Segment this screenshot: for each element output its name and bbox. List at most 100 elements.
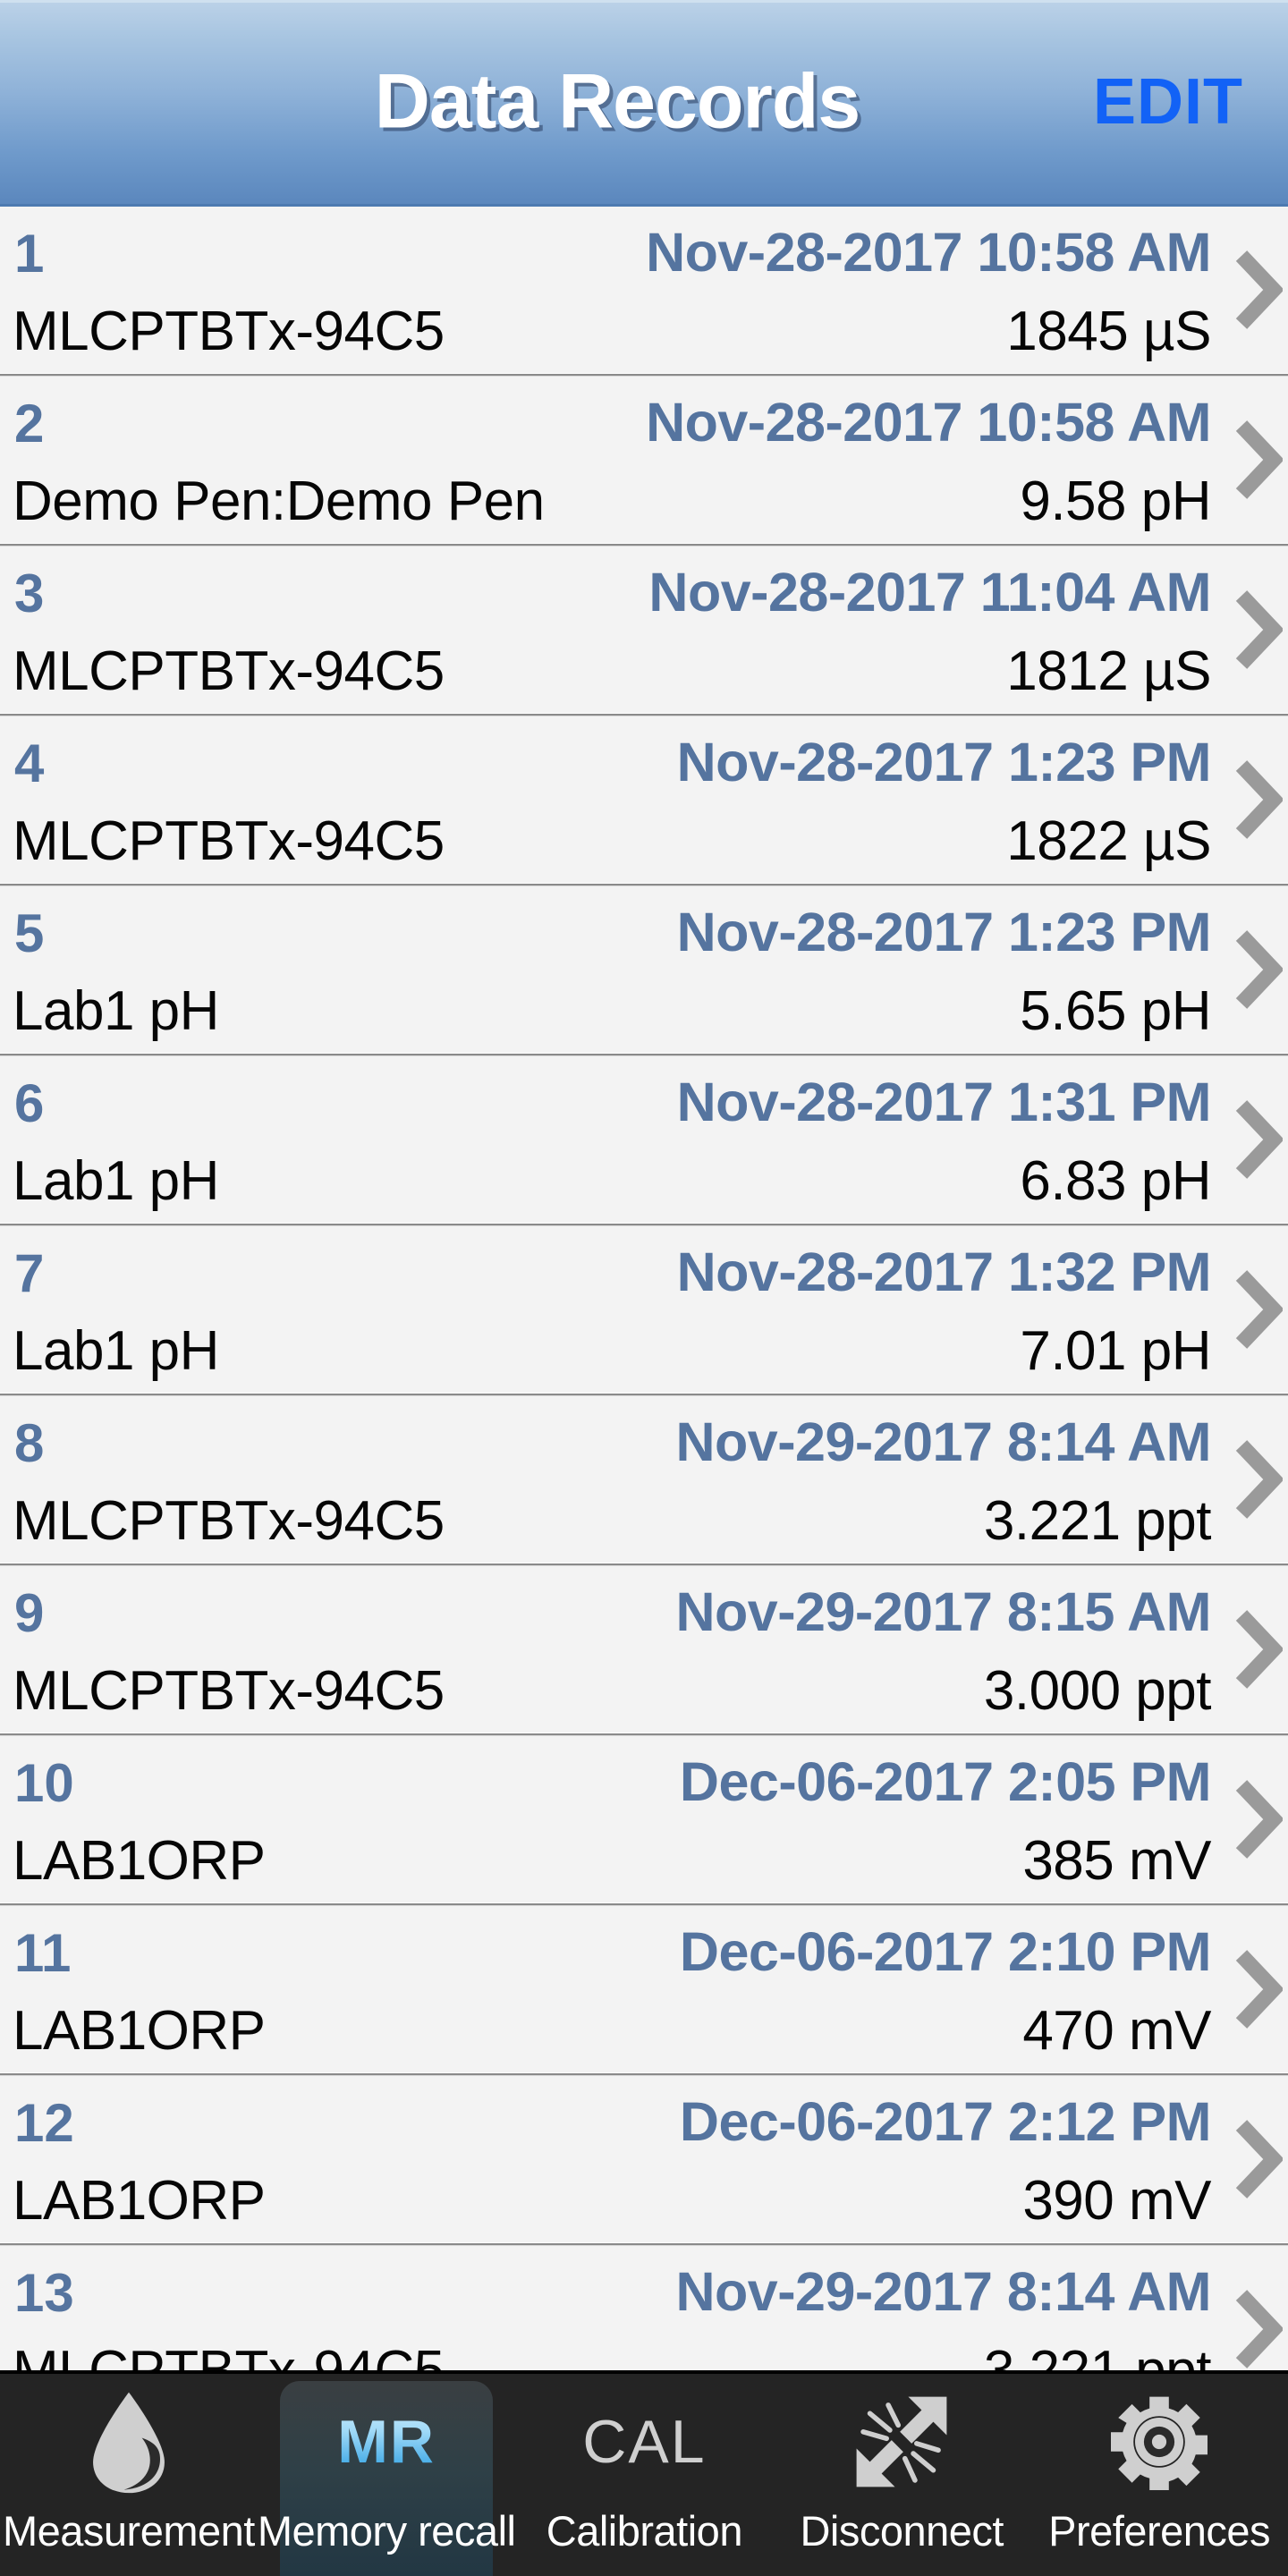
table-row[interactable]: 8 Nov-29-2017 8:14 AM MLCPTBTx-94C5 3.221 p… xyxy=(0,1396,1288,1566)
chevron-right-icon[interactable] xyxy=(1229,589,1283,671)
table-row[interactable]: 5 Nov-28-2017 1:23 PM Lab1 pH 5.65 pH xyxy=(0,886,1288,1056)
mr-text-icon: MR xyxy=(337,2390,436,2494)
record-row-content: 1 Nov-28-2017 10:58 AM MLCPTBTx-94C5 1845 µ… xyxy=(0,207,1288,373)
record-device-name: MLCPTBTx-94C5 xyxy=(13,640,445,702)
chevron-right-icon[interactable] xyxy=(1229,1268,1283,1351)
record-timestamp: Nov-29-2017 8:14 AM xyxy=(675,2261,1211,2322)
table-row[interactable]: 9 Nov-29-2017 8:15 AM MLCPTBTx-94C5 3.000 p… xyxy=(0,1566,1288,1736)
record-measurement-value: 3.221 ppt xyxy=(984,2339,1212,2370)
table-row[interactable]: 2 Nov-28-2017 10:58 AM Demo Pen:Demo Pen 9.… xyxy=(0,377,1288,547)
record-index: 10 xyxy=(14,1753,74,1813)
record-index: 9 xyxy=(14,1583,45,1643)
record-timestamp: Nov-28-2017 10:58 AM xyxy=(646,222,1211,283)
edit-button[interactable]: EDIT xyxy=(1093,65,1243,139)
record-timestamp: Nov-28-2017 1:31 PM xyxy=(676,1072,1212,1132)
record-index: 3 xyxy=(14,564,45,623)
record-row-content: 12 Dec-06-2017 2:12 PM LAB1ORP 390 mV xyxy=(0,2076,1288,2242)
data-records-screen: Data Records EDIT 1 Nov-28-2017 10:58 AM M… xyxy=(0,0,1288,2576)
table-row[interactable]: 10 Dec-06-2017 2:05 PM LAB1ORP 385 mV xyxy=(0,1736,1288,1906)
record-row-content: 9 Nov-29-2017 8:15 AM MLCPTBTx-94C5 3.000 p… xyxy=(0,1566,1288,1733)
record-timestamp: Nov-28-2017 1:23 PM xyxy=(676,732,1212,792)
chevron-right-icon[interactable] xyxy=(1229,1098,1283,1181)
tab-calibration[interactable]: CAL Calibration xyxy=(515,2374,773,2576)
record-device-name: MLCPTBTx-94C5 xyxy=(13,1490,445,1552)
record-measurement-value: 1845 µS xyxy=(1006,301,1211,362)
chevron-right-icon[interactable] xyxy=(1229,1948,1283,2030)
table-row[interactable]: 7 Nov-28-2017 1:32 PM Lab1 pH 7.01 pH xyxy=(0,1226,1288,1396)
chevron-right-icon[interactable] xyxy=(1229,249,1283,331)
tab-label: Disconnect xyxy=(800,2507,1004,2555)
record-measurement-value: 9.58 pH xyxy=(1020,470,1211,532)
table-row[interactable]: 11 Dec-06-2017 2:10 PM LAB1ORP 470 mV xyxy=(0,1906,1288,2076)
gear-icon xyxy=(1111,2390,1208,2494)
data-records-list[interactable]: 1 Nov-28-2017 10:58 AM MLCPTBTx-94C5 1845 µ… xyxy=(0,207,1288,2370)
record-index: 1 xyxy=(14,224,45,284)
chevron-right-icon[interactable] xyxy=(1229,1778,1283,1860)
water-drop-icon xyxy=(88,2390,170,2494)
record-timestamp: Nov-28-2017 11:04 AM xyxy=(648,562,1211,623)
record-index: 6 xyxy=(14,1073,45,1133)
record-index: 12 xyxy=(14,2093,74,2153)
record-timestamp: Nov-29-2017 8:14 AM xyxy=(675,1411,1211,1472)
record-device-name: LAB1ORP xyxy=(13,2170,266,2232)
record-device-name: MLCPTBTx-94C5 xyxy=(13,301,445,362)
chevron-right-icon[interactable] xyxy=(1229,758,1283,841)
record-row-content: 3 Nov-28-2017 11:04 AM MLCPTBTx-94C5 1812 µ… xyxy=(0,547,1288,713)
record-row-content: 5 Nov-28-2017 1:23 PM Lab1 pH 5.65 pH xyxy=(0,886,1288,1053)
record-device-name: MLCPTBTx-94C5 xyxy=(13,810,445,872)
navbar-top-highlight xyxy=(0,0,1288,3)
record-measurement-value: 7.01 pH xyxy=(1020,1320,1211,1382)
chevron-right-icon[interactable] xyxy=(1229,928,1283,1011)
record-device-name: Lab1 pH xyxy=(13,980,219,1042)
record-measurement-value: 385 mV xyxy=(1022,1830,1211,1892)
record-timestamp: Nov-29-2017 8:15 AM xyxy=(675,1581,1211,1642)
chevron-right-icon[interactable] xyxy=(1229,1438,1283,1521)
tab-preferences[interactable]: Preferences xyxy=(1030,2374,1288,2576)
record-index: 13 xyxy=(14,2263,74,2323)
cal-text-icon: CAL xyxy=(582,2408,707,2476)
record-timestamp: Nov-28-2017 1:23 PM xyxy=(676,902,1212,962)
tab-label: Memory recall xyxy=(257,2507,516,2555)
record-timestamp: Dec-06-2017 2:12 PM xyxy=(679,2091,1212,2152)
tab-label: Measurement xyxy=(2,2507,255,2555)
table-row[interactable]: 13 Nov-29-2017 8:14 AM MLCPTBTx-94C5 3.221 … xyxy=(0,2246,1288,2370)
tab-label: Calibration xyxy=(546,2507,743,2555)
table-row[interactable]: 3 Nov-28-2017 11:04 AM MLCPTBTx-94C5 1812 µ… xyxy=(0,547,1288,716)
record-measurement-value: 3.221 ppt xyxy=(983,1490,1212,1552)
navigation-bar: Data Records EDIT xyxy=(0,0,1288,207)
record-row-content: 6 Nov-28-2017 1:31 PM Lab1 pH 6.83 pH xyxy=(0,1056,1288,1223)
record-measurement-value: 3.000 ppt xyxy=(983,1660,1212,1722)
table-row[interactable]: 1 Nov-28-2017 10:58 AM MLCPTBTx-94C5 1845 µ… xyxy=(0,207,1288,377)
tab-memory-recall[interactable]: MR Memory recall xyxy=(258,2374,516,2576)
tab-measurement[interactable]: Measurement xyxy=(0,2374,258,2576)
record-row-content: 11 Dec-06-2017 2:10 PM LAB1ORP 470 mV xyxy=(0,1906,1288,2072)
chevron-right-icon[interactable] xyxy=(1229,2118,1283,2200)
record-device-name: Lab1 pH xyxy=(13,1150,219,1212)
record-device-name: Lab1 pH xyxy=(13,1320,219,1382)
record-row-content: 13 Nov-29-2017 8:14 AM MLCPTBTx-94C5 3.221 … xyxy=(0,2246,1288,2370)
record-row-content: 10 Dec-06-2017 2:05 PM LAB1ORP 385 mV xyxy=(0,1736,1288,1902)
table-row[interactable]: 12 Dec-06-2017 2:12 PM LAB1ORP 390 mV xyxy=(0,2076,1288,2246)
record-measurement-value: 5.65 pH xyxy=(1020,980,1211,1042)
record-device-name: MLCPTBTx-94C5 xyxy=(13,1660,445,1722)
record-row-content: 7 Nov-28-2017 1:32 PM Lab1 pH 7.01 pH xyxy=(0,1226,1288,1393)
record-timestamp: Dec-06-2017 2:05 PM xyxy=(679,1751,1212,1812)
bottom-tab-bar: Measurement MR Memory recall CAL Calibration… xyxy=(0,2370,1288,2576)
record-timestamp: Nov-28-2017 10:58 AM xyxy=(646,392,1211,453)
record-index: 8 xyxy=(14,1413,45,1473)
chevron-right-icon[interactable] xyxy=(1229,419,1283,501)
record-timestamp: Nov-28-2017 1:32 PM xyxy=(676,1241,1212,1302)
record-device-name: MLCPTBTx-94C5 xyxy=(13,2339,445,2370)
table-row[interactable]: 4 Nov-28-2017 1:23 PM MLCPTBTx-94C5 1822 µS xyxy=(0,716,1288,886)
table-row[interactable]: 6 Nov-28-2017 1:31 PM Lab1 pH 6.83 pH xyxy=(0,1056,1288,1226)
record-row-content: 2 Nov-28-2017 10:58 AM Demo Pen:Demo Pen 9.… xyxy=(0,377,1288,543)
record-index: 5 xyxy=(14,903,45,963)
record-measurement-value: 470 mV xyxy=(1022,2000,1211,2062)
chevron-right-icon[interactable] xyxy=(1229,1608,1283,1690)
tab-disconnect[interactable]: Disconnect xyxy=(773,2374,1030,2576)
record-measurement-value: 1812 µS xyxy=(1006,640,1211,702)
chevron-right-icon[interactable] xyxy=(1229,2288,1283,2370)
disconnect-icon xyxy=(852,2390,952,2494)
record-timestamp: Dec-06-2017 2:10 PM xyxy=(679,1921,1212,1982)
record-row-content: 8 Nov-29-2017 8:14 AM MLCPTBTx-94C5 3.221 p… xyxy=(0,1396,1288,1563)
